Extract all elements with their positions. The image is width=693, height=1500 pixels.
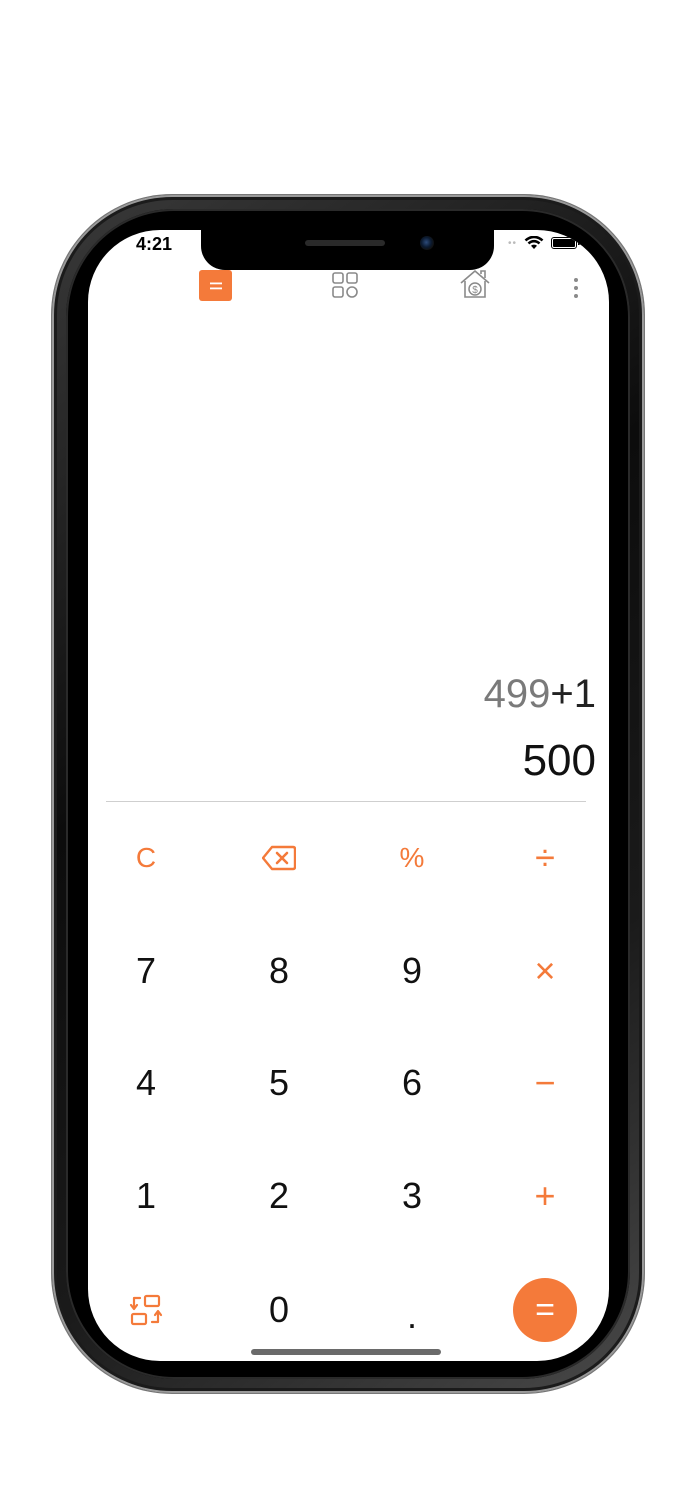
key-6[interactable]: 6 — [362, 1043, 462, 1123]
tab-calculator[interactable] — [199, 270, 232, 301]
unit-convert-button[interactable] — [96, 1270, 196, 1350]
battery-icon — [551, 237, 580, 249]
expression-operator: + — [550, 672, 574, 716]
expression-operand-right: 1 — [573, 672, 596, 716]
key-0[interactable]: 0 — [229, 1270, 329, 1350]
signal-dots: •• — [507, 237, 517, 249]
grid-icon[interactable] — [331, 271, 359, 299]
more-vertical-icon[interactable] — [571, 276, 581, 300]
expression-text: 499+1 — [484, 672, 596, 717]
key-8[interactable]: 8 — [229, 931, 329, 1011]
svg-text:$: $ — [472, 285, 478, 296]
subtract-button[interactable]: − — [495, 1043, 595, 1123]
top-nav: $ — [88, 266, 609, 310]
percent-button[interactable]: % — [362, 818, 462, 898]
expression-operand-left: 499 — [483, 672, 551, 716]
key-3[interactable]: 3 — [362, 1156, 462, 1236]
key-7[interactable]: 7 — [96, 931, 196, 1011]
keypad: C % ÷ 7 8 9 × 4 5 6 − 1 2 3 + 0 . = — [88, 802, 609, 1361]
equals-icon — [209, 282, 222, 289]
notch — [201, 230, 494, 270]
home-indicator — [251, 1349, 441, 1355]
clear-button[interactable]: C — [96, 818, 196, 898]
equals-button[interactable]: = — [513, 1278, 577, 1342]
front-camera — [420, 236, 434, 250]
key-5[interactable]: 5 — [229, 1043, 329, 1123]
house-dollar-icon[interactable]: $ — [458, 267, 492, 301]
backspace-button[interactable] — [229, 818, 329, 898]
key-2[interactable]: 2 — [229, 1156, 329, 1236]
status-icons: •• — [507, 236, 580, 250]
backspace-icon — [262, 845, 296, 871]
status-time: 4:21 — [136, 234, 173, 254]
app-screen: 4:21 •• $ 499+1 500 C % ÷ 7 8 9 × 4 5 6 … — [88, 230, 609, 1361]
key-9[interactable]: 9 — [362, 931, 462, 1011]
multiply-button[interactable]: × — [495, 931, 595, 1011]
key-1[interactable]: 1 — [96, 1156, 196, 1236]
speaker-grille — [305, 240, 385, 246]
add-button[interactable]: + — [495, 1156, 595, 1236]
key-4[interactable]: 4 — [96, 1043, 196, 1123]
wifi-icon — [524, 236, 544, 249]
convert-icon — [129, 1294, 163, 1326]
decimal-button[interactable]: . — [362, 1276, 462, 1356]
divide-button[interactable]: ÷ — [495, 818, 595, 898]
result-text: 500 — [522, 736, 596, 785]
